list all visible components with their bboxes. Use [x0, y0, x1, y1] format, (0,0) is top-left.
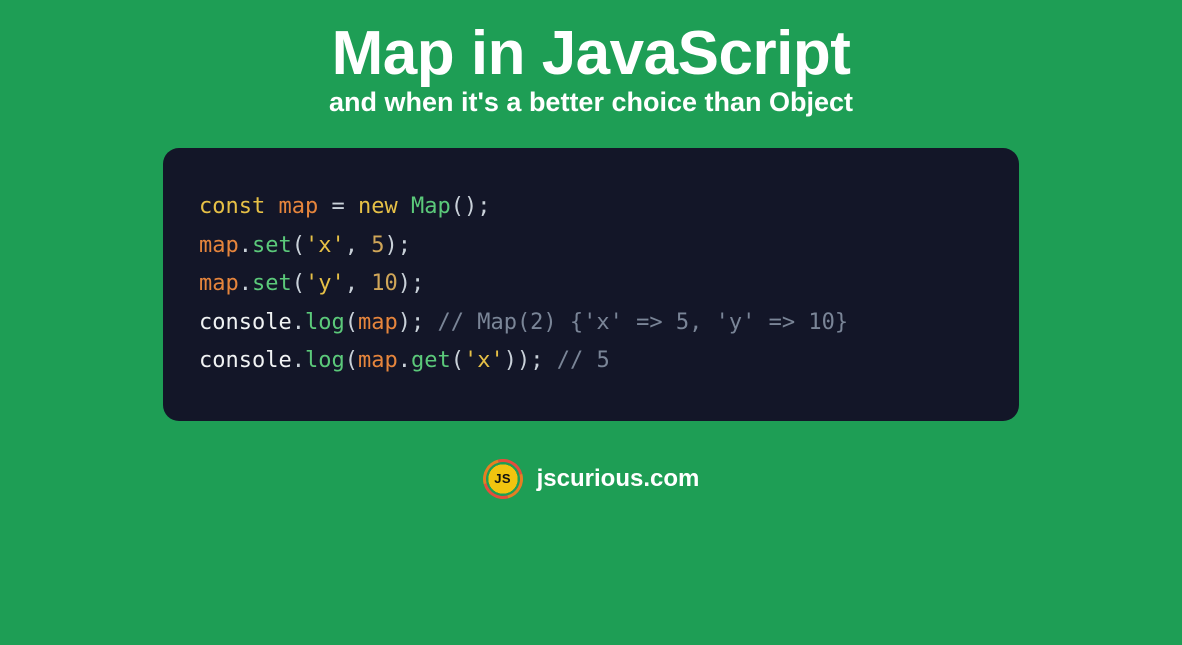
token-num-5: 5 [371, 233, 384, 258]
token-str-y: 'y' [305, 271, 345, 296]
page-subtitle: and when it's a better choice than Objec… [329, 87, 853, 118]
token-open: ( [292, 233, 305, 258]
token-get: get [411, 348, 451, 373]
code-line-2: map.set('x', 5); [199, 227, 983, 266]
js-logo-icon: JS [483, 459, 523, 499]
token-map-var: map [278, 194, 318, 219]
logo-text: JS [494, 471, 511, 486]
token-new: new [358, 194, 398, 219]
token-Map-class: Map [411, 194, 451, 219]
token-dot: . [239, 271, 252, 296]
token-close: ); [398, 271, 425, 296]
token-open: ( [345, 348, 358, 373]
token-log: log [305, 348, 345, 373]
token-str-x: 'x' [464, 348, 504, 373]
token-dot: . [292, 348, 305, 373]
token-comma: , [345, 233, 372, 258]
footer: JS jscurious.com [483, 459, 700, 499]
page-title: Map in JavaScript [332, 18, 851, 89]
token-comment-map2: // Map(2) {'x' => 5, 'y' => 10} [437, 310, 848, 335]
token-close: ); [517, 348, 557, 373]
token-set: set [252, 233, 292, 258]
token-close2: ) [504, 348, 517, 373]
token-eq: = [318, 194, 358, 219]
token-console: console [199, 310, 292, 335]
code-line-3: map.set('y', 10); [199, 265, 983, 304]
token-map-arg: map [358, 310, 398, 335]
token-dot: . [398, 348, 411, 373]
token-map-arg: map [358, 348, 398, 373]
token-dot: . [292, 310, 305, 335]
code-line-5: console.log(map.get('x')); // 5 [199, 342, 983, 381]
code-line-4: console.log(map); // Map(2) {'x' => 5, '… [199, 304, 983, 343]
token-num-10: 10 [371, 271, 398, 296]
token-map: map [199, 233, 239, 258]
token-open2: ( [451, 348, 464, 373]
token-comment-5: // 5 [557, 348, 610, 373]
token-map: map [199, 271, 239, 296]
token-set: set [252, 271, 292, 296]
token-str-x: 'x' [305, 233, 345, 258]
token-parens: (); [451, 194, 491, 219]
token-comma: , [345, 271, 372, 296]
token-open: ( [345, 310, 358, 335]
token-dot: . [239, 233, 252, 258]
token-const: const [199, 194, 265, 219]
code-line-1: const map = new Map(); [199, 188, 983, 227]
code-snippet: const map = new Map(); map.set('x', 5); … [163, 148, 1019, 421]
token-log: log [305, 310, 345, 335]
site-name: jscurious.com [537, 465, 700, 493]
token-close: ); [398, 310, 438, 335]
token-console: console [199, 348, 292, 373]
token-close: ); [385, 233, 412, 258]
token-open: ( [292, 271, 305, 296]
